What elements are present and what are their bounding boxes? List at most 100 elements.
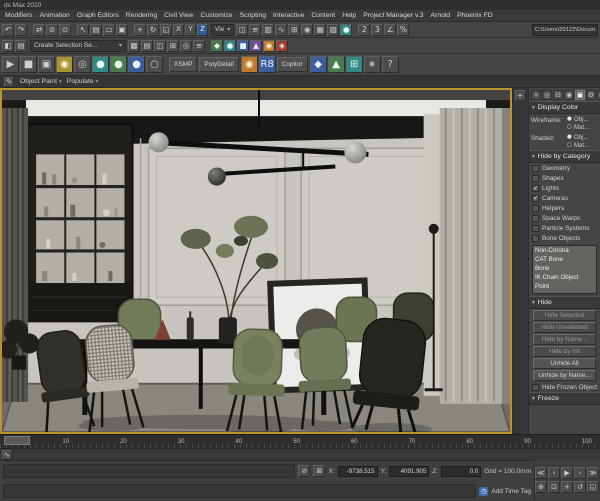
vray-icon[interactable]: ◆ bbox=[309, 56, 327, 73]
menu-modifiers[interactable]: Modifiers bbox=[5, 12, 33, 19]
checkbox[interactable] bbox=[532, 214, 539, 222]
plugin-blue-icon[interactable]: ■ bbox=[237, 39, 249, 52]
plugin-green-icon[interactable]: ◆ bbox=[211, 39, 223, 52]
rollout-hide-by-category[interactable]: ▾ Hide by Category bbox=[529, 150, 600, 163]
curve-editor-icon[interactable]: ∿ bbox=[275, 23, 288, 36]
play-script-icon[interactable]: ▶ bbox=[2, 56, 19, 73]
perspective-viewport[interactable] bbox=[0, 88, 512, 434]
multiscatter-icon[interactable]: ∗ bbox=[363, 56, 381, 73]
select-object-icon[interactable]: ↖ bbox=[77, 23, 89, 36]
hide-by-name-button[interactable]: Hide by Name... bbox=[533, 334, 596, 345]
select-and-link-icon[interactable]: ⇄ bbox=[33, 23, 45, 36]
category-bone-objects[interactable]: Bone Objects bbox=[529, 233, 600, 243]
render-setup-icon[interactable]: ▦ bbox=[314, 23, 327, 36]
add-time-tag[interactable]: Add Time Tag bbox=[491, 488, 531, 495]
orbit-icon[interactable]: ↺ bbox=[574, 481, 586, 493]
render-production-icon[interactable]: ● bbox=[340, 23, 353, 36]
menu-customize[interactable]: Customize bbox=[200, 12, 232, 19]
tab-display-icon[interactable]: ▣ bbox=[575, 89, 585, 100]
stop-script-icon[interactable]: ■ bbox=[20, 56, 37, 73]
hide-selected-button[interactable]: Hide Selected bbox=[533, 310, 596, 321]
corona-icon[interactable]: ◉ bbox=[240, 56, 258, 73]
pencil-icon[interactable]: ✎ bbox=[4, 76, 14, 87]
mirror-icon[interactable]: ◫ bbox=[236, 23, 249, 36]
plugin-orange-icon[interactable]: ◉ bbox=[263, 39, 275, 52]
mini-curve-editor-icon[interactable]: ∿ bbox=[2, 449, 12, 460]
previous-frame-icon[interactable]: ‹ bbox=[548, 467, 560, 479]
menu-interactive[interactable]: Interactive bbox=[273, 12, 304, 19]
category-list[interactable]: Non-Corona CAT Bone Bone IK Chain Object… bbox=[532, 245, 597, 294]
radio-shaded-material-color[interactable]: ○ Mat... bbox=[567, 141, 589, 149]
category-lights[interactable]: ✓ Lights bbox=[529, 183, 600, 193]
angle-snap-icon[interactable]: ∠ bbox=[384, 23, 397, 36]
viewport-scene[interactable] bbox=[2, 90, 510, 432]
display-cabinet[interactable] bbox=[27, 123, 134, 323]
polydetail-button[interactable]: PolyDetail bbox=[199, 57, 239, 72]
unlink-selection-icon[interactable]: ⊘ bbox=[46, 23, 58, 36]
railclone-icon[interactable]: ⊞ bbox=[345, 56, 363, 73]
sphere-wire-icon[interactable]: ○ bbox=[146, 56, 163, 73]
vase[interactable] bbox=[218, 317, 237, 344]
menu-scripting[interactable]: Scripting bbox=[240, 12, 266, 19]
snap-toggle-2d-icon[interactable]: 2 bbox=[358, 23, 371, 36]
tab-populate[interactable]: Populate ▾ bbox=[67, 78, 99, 85]
menu-arnold[interactable]: Arnold bbox=[431, 12, 451, 19]
time-slider-handle[interactable] bbox=[4, 436, 30, 445]
go-to-end-icon[interactable]: ≫ bbox=[587, 467, 599, 479]
time-ruler[interactable]: 0 10 20 30 40 50 60 70 80 90 100 bbox=[0, 434, 600, 448]
axis-z-button[interactable]: Z bbox=[197, 23, 208, 36]
checkbox[interactable] bbox=[532, 224, 539, 232]
graphite-ribbon-icon[interactable]: ◫ bbox=[154, 39, 166, 52]
category-list-item[interactable]: Non-Corona bbox=[533, 246, 596, 255]
tab-utilities-icon[interactable]: ⚙ bbox=[586, 89, 596, 100]
tab-modify-icon[interactable]: ◎ bbox=[542, 89, 552, 100]
select-and-scale-icon[interactable]: ◱ bbox=[160, 23, 172, 36]
scene-states-icon[interactable]: ▣ bbox=[38, 56, 55, 73]
category-space-warps[interactable]: Space Warps bbox=[529, 213, 600, 223]
menu-content[interactable]: Content bbox=[311, 12, 335, 19]
menu-help[interactable]: Help bbox=[342, 12, 356, 19]
redo-icon[interactable]: ↷ bbox=[15, 23, 27, 36]
select-and-move-icon[interactable]: + bbox=[134, 23, 146, 36]
edit-named-selections-icon[interactable]: ▤ bbox=[15, 39, 27, 52]
layer-manager-icon[interactable]: ▤ bbox=[141, 39, 153, 52]
plugin-teal-icon[interactable]: ● bbox=[224, 39, 236, 52]
rollout-freeze[interactable]: ▾ Freeze bbox=[529, 392, 600, 405]
align-icon[interactable]: ≡ bbox=[249, 23, 262, 36]
menu-project-manager[interactable]: Project Manager v.3 bbox=[363, 12, 423, 19]
tab-create-icon[interactable]: + bbox=[531, 89, 541, 100]
category-cameras[interactable]: ✓ Cameras bbox=[529, 193, 600, 203]
unhide-by-name-button[interactable]: Unhide by Name... bbox=[533, 370, 596, 381]
hide-by-hit-button[interactable]: Hide by Hit bbox=[533, 346, 596, 357]
measure-icon[interactable]: ≡ bbox=[193, 39, 205, 52]
radio-shaded-object-color[interactable]: ● Obj... bbox=[567, 133, 589, 141]
named-selection-sets-icon[interactable]: ◧ bbox=[2, 39, 14, 52]
snap-toggle-3d-icon[interactable]: 3 bbox=[371, 23, 384, 36]
menu-rendering[interactable]: Rendering bbox=[126, 12, 157, 19]
category-helpers[interactable]: Helpers bbox=[529, 203, 600, 213]
menu-phoenix-fd[interactable]: Phoenix FD bbox=[457, 12, 493, 19]
tab-motion-icon[interactable]: ◉ bbox=[564, 89, 574, 100]
hide-unselected-button[interactable]: Hide Unselected bbox=[533, 322, 596, 333]
y-coordinate-field[interactable]: 4091.905 bbox=[389, 465, 430, 477]
teapot-render-icon[interactable]: ● bbox=[92, 56, 109, 73]
forest-icon[interactable]: ▲ bbox=[327, 56, 345, 73]
category-particle-systems[interactable]: Particle Systems bbox=[529, 223, 600, 233]
plugin-red-icon[interactable]: ◈ bbox=[276, 39, 288, 52]
light-lister-icon[interactable]: ◉ bbox=[56, 56, 73, 73]
sphere-shaded-icon[interactable]: ● bbox=[128, 56, 145, 73]
array-tool-icon[interactable]: ⊞ bbox=[167, 39, 179, 52]
category-list-item[interactable]: IK Chain Object bbox=[533, 273, 596, 282]
help-icon[interactable]: ? bbox=[381, 56, 399, 73]
curtain-right[interactable] bbox=[423, 108, 510, 404]
next-frame-icon[interactable]: › bbox=[574, 467, 586, 479]
zoom-icon[interactable]: ⊕ bbox=[535, 481, 547, 493]
window-crossing-icon[interactable]: ▣ bbox=[116, 23, 128, 36]
copitor-button[interactable]: Copitor bbox=[276, 57, 308, 72]
material-editor-icon[interactable]: ◉ bbox=[301, 23, 314, 36]
checkbox[interactable] bbox=[532, 234, 539, 242]
go-to-start-icon[interactable]: ≪ bbox=[535, 467, 547, 479]
zoom-extents-icon[interactable]: ⊡ bbox=[548, 481, 560, 493]
track-bar[interactable]: ∿ bbox=[0, 448, 600, 460]
select-and-rotate-icon[interactable]: ↻ bbox=[147, 23, 159, 36]
